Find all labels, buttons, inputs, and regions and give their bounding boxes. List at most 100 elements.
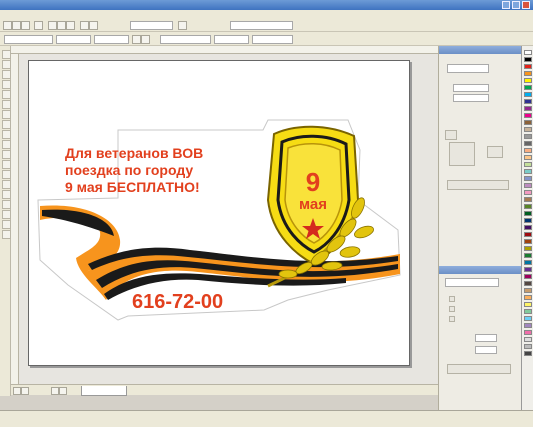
color-swatch[interactable] <box>524 211 532 216</box>
color-swatch[interactable] <box>524 351 532 356</box>
color-swatch[interactable] <box>524 71 532 76</box>
color-swatch[interactable] <box>524 344 532 349</box>
paste-icon[interactable] <box>66 21 75 30</box>
portrait-icon[interactable] <box>132 35 141 44</box>
color-swatch[interactable] <box>524 85 532 90</box>
color-swatch[interactable] <box>524 232 532 237</box>
docker-header-2[interactable] <box>439 266 530 274</box>
smart-fill-tool-icon[interactable] <box>2 100 11 109</box>
zoom-tool-icon[interactable] <box>2 80 11 89</box>
outline-tool-icon[interactable] <box>2 210 11 219</box>
vertical-ruler[interactable] <box>11 54 19 384</box>
color-swatch[interactable] <box>524 134 532 139</box>
color-swatch[interactable] <box>524 57 532 62</box>
docker-dropdown[interactable] <box>445 278 499 287</box>
color-swatch[interactable] <box>524 141 532 146</box>
rectangle-tool-icon[interactable] <box>2 110 11 119</box>
docker-field-4[interactable] <box>475 334 497 342</box>
color-swatch[interactable] <box>524 99 532 104</box>
docker-field-1[interactable] <box>447 64 489 73</box>
color-swatch[interactable] <box>524 295 532 300</box>
color-swatch[interactable] <box>524 148 532 153</box>
page-size-field[interactable] <box>4 35 53 44</box>
apply-button-2[interactable] <box>447 364 511 374</box>
color-swatch[interactable] <box>524 162 532 167</box>
height-field[interactable] <box>94 35 129 44</box>
interactive-fill-tool-icon[interactable] <box>2 230 11 239</box>
color-swatch[interactable] <box>524 281 532 286</box>
open-file-icon[interactable] <box>12 21 21 30</box>
table-tool-icon[interactable] <box>2 160 11 169</box>
nudge-field[interactable] <box>214 35 249 44</box>
color-swatch[interactable] <box>524 204 532 209</box>
dimension-tool-icon[interactable] <box>2 170 11 179</box>
page-tab[interactable] <box>81 386 127 396</box>
color-swatch[interactable] <box>524 169 532 174</box>
option-radio-3[interactable] <box>449 316 455 322</box>
blend-tool-icon[interactable] <box>2 190 11 199</box>
basic-shapes-tool-icon[interactable] <box>2 140 11 149</box>
units-field[interactable] <box>160 35 211 44</box>
polygon-tool-icon[interactable] <box>2 130 11 139</box>
color-swatch[interactable] <box>524 190 532 195</box>
close-icon[interactable] <box>522 1 530 9</box>
connector-tool-icon[interactable] <box>2 180 11 189</box>
color-swatch[interactable] <box>524 120 532 125</box>
color-swatch[interactable] <box>524 176 532 181</box>
option-radio-2[interactable] <box>449 306 455 312</box>
color-swatch[interactable] <box>524 225 532 230</box>
fill-tool-icon[interactable] <box>2 220 11 229</box>
color-swatch[interactable] <box>524 92 532 97</box>
color-swatch[interactable] <box>524 78 532 83</box>
color-swatch[interactable] <box>524 267 532 272</box>
color-swatch[interactable] <box>524 113 532 118</box>
redo-icon[interactable] <box>89 21 98 30</box>
zoom-field[interactable] <box>130 21 173 30</box>
color-swatch[interactable] <box>524 155 532 160</box>
color-swatch[interactable] <box>524 106 532 111</box>
color-swatch[interactable] <box>524 288 532 293</box>
next-page-icon[interactable] <box>51 387 59 395</box>
color-swatch[interactable] <box>524 337 532 342</box>
color-swatch[interactable] <box>524 50 532 55</box>
zoom-icon[interactable] <box>178 21 187 30</box>
cut-icon[interactable] <box>48 21 57 30</box>
docker-field-5[interactable] <box>475 346 497 354</box>
docker-field-2[interactable] <box>453 84 489 92</box>
color-swatch[interactable] <box>524 260 532 265</box>
maximize-icon[interactable] <box>512 1 520 9</box>
color-swatch[interactable] <box>524 218 532 223</box>
color-swatch[interactable] <box>524 64 532 69</box>
minimize-icon[interactable] <box>502 1 510 9</box>
pick-tool-icon[interactable] <box>2 50 11 59</box>
anchor-grid[interactable] <box>449 142 475 166</box>
prev-page-icon[interactable] <box>21 387 29 395</box>
option-radio-1[interactable] <box>449 296 455 302</box>
docker-field-3[interactable] <box>453 94 489 102</box>
color-swatch[interactable] <box>524 239 532 244</box>
color-swatch[interactable] <box>524 246 532 251</box>
docker-toggle[interactable] <box>445 130 457 140</box>
undo-icon[interactable] <box>80 21 89 30</box>
color-swatch[interactable] <box>524 330 532 335</box>
crop-tool-icon[interactable] <box>2 70 11 79</box>
shape-tool-icon[interactable] <box>2 60 11 69</box>
width-field[interactable] <box>56 35 91 44</box>
docker-header[interactable] <box>439 46 530 54</box>
save-icon[interactable] <box>21 21 30 30</box>
color-swatch[interactable] <box>524 302 532 307</box>
artwork[interactable]: 9 мая Для ветеранов ВОВ поездка по город… <box>28 60 410 366</box>
freehand-tool-icon[interactable] <box>2 90 11 99</box>
snap-field[interactable] <box>230 21 293 30</box>
color-swatch[interactable] <box>524 274 532 279</box>
first-page-icon[interactable] <box>13 387 21 395</box>
print-icon[interactable] <box>34 21 43 30</box>
color-swatch[interactable] <box>524 323 532 328</box>
horizontal-ruler[interactable] <box>11 46 438 54</box>
duplicate-distance-field[interactable] <box>252 35 293 44</box>
menu-bar[interactable] <box>0 10 533 18</box>
copy-icon[interactable] <box>57 21 66 30</box>
apply-button[interactable] <box>447 180 509 190</box>
eyedropper-tool-icon[interactable] <box>2 200 11 209</box>
color-swatch[interactable] <box>524 197 532 202</box>
